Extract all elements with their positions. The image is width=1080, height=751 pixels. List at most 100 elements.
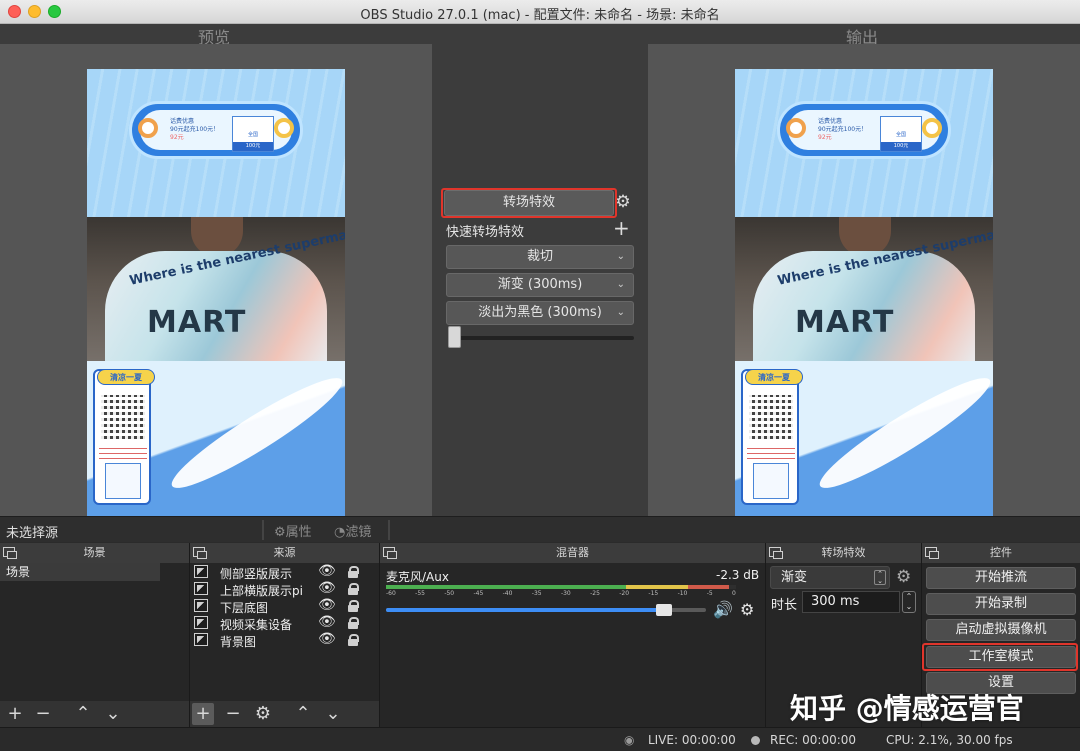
move-down-chevron-icon[interactable]: ⌄ [102, 703, 124, 725]
meter-tick-label: -55 [415, 590, 425, 597]
visibility-eye-icon[interactable]: 👁 [318, 597, 336, 613]
meter-tick-label: -60 [386, 590, 396, 597]
program-pane[interactable]: 话费优惠 90元起充100元！ 92元 全国 100元 Where is the… [648, 44, 1080, 529]
window-title: OBS Studio 27.0.1 (mac) - 配置文件: 未命名 - 场景… [360, 8, 720, 23]
add-source-plus-icon[interactable]: + [192, 703, 214, 725]
move-up-chevron-icon[interactable]: ⌃ [72, 703, 94, 725]
visibility-eye-icon[interactable]: 👁 [318, 563, 336, 579]
meter-tick-label: 0 [732, 590, 736, 597]
source-item[interactable]: 下层底图 👁 [192, 597, 378, 615]
move-up-chevron-icon[interactable]: ⌃ [292, 703, 314, 725]
image-source-icon [194, 582, 208, 595]
duration-stepper[interactable]: ⌃ ⌄ [902, 591, 916, 613]
remove-scene-minus-icon[interactable]: − [32, 703, 54, 725]
lock-icon[interactable] [348, 566, 359, 578]
promo-banner: 话费优惠 90元起充100元！ 92元 全国 100元 [777, 101, 951, 159]
qr-card: 清凉一夏 [741, 369, 803, 505]
gear-icon: ⚙ [274, 525, 286, 540]
transition-button[interactable]: 转场特效 [444, 190, 614, 216]
start-streaming-button[interactable]: 开始推流 [926, 567, 1076, 589]
undock-icon[interactable] [383, 547, 397, 559]
quick-transition-fade-to-black[interactable]: 淡出为黑色 (300ms) ⌄ [446, 301, 634, 325]
lock-icon[interactable] [348, 600, 359, 612]
undock-icon[interactable] [3, 547, 17, 559]
properties-button[interactable]: ⚙属性 [274, 521, 312, 540]
record-dot-icon [751, 736, 760, 745]
source-item[interactable]: 侧部竖版展示 👁 [192, 563, 378, 581]
studio-mode-button[interactable]: 工作室模式 [926, 646, 1076, 668]
add-quick-transition-plus-icon[interactable]: + [613, 218, 630, 238]
life-ring-icon [274, 118, 294, 138]
volume-slider-fill [386, 608, 664, 612]
life-ring-icon [138, 118, 158, 138]
source-item[interactable]: 上部横版展示pi 👁 [192, 580, 378, 598]
lock-icon[interactable] [348, 583, 359, 595]
meter-ticks: -60 -55 -50 -45 -40 -35 -30 -25 -20 -15 -10 -5 0 [386, 590, 736, 597]
speaker-mute-icon[interactable]: 🔊 [713, 600, 733, 619]
filter-icon: ◔ [334, 525, 346, 540]
scenes-dock: 场景 场景 + − ⌃ ⌄ [0, 543, 190, 727]
preview-canvas[interactable]: 话费优惠 90元起充100元！ 92元 全国 100元 Where is the… [87, 69, 345, 529]
quick-transition-cut[interactable]: 裁切 ⌄ [446, 245, 634, 269]
t-bar-track[interactable] [448, 336, 634, 340]
title-bar: OBS Studio 27.0.1 (mac) - 配置文件: 未命名 - 场景… [0, 0, 1080, 24]
lock-icon[interactable] [348, 634, 359, 646]
chevron-down-icon: ⌄ [616, 279, 625, 290]
undock-icon[interactable] [925, 547, 939, 559]
visibility-eye-icon[interactable]: 👁 [318, 631, 336, 647]
meter-tick-label: -45 [473, 590, 484, 597]
meter-tick-label: -25 [590, 590, 600, 597]
filters-button[interactable]: ◔滤镜 [334, 521, 371, 540]
meter-tick-label: -35 [531, 590, 542, 597]
live-broadcast-icon: ◉ [624, 733, 635, 747]
meter-tick-label: -50 [444, 590, 455, 597]
remove-source-minus-icon[interactable]: − [222, 703, 244, 725]
program-canvas: 话费优惠 90元起充100元！ 92元 全国 100元 Where is the… [735, 69, 993, 529]
rec-timer: REC: 00:00:00 [770, 733, 857, 747]
qr-code [101, 395, 145, 439]
obs-window: OBS Studio 27.0.1 (mac) - 配置文件: 未命名 - 场景… [0, 0, 1080, 751]
source-item[interactable]: 背景图 👁 [192, 631, 378, 649]
duration-input[interactable]: 300 ms [802, 591, 900, 613]
quick-transitions-label: 快速转场特效 [446, 225, 525, 240]
preview-pane[interactable]: 话费优惠 90元起充100元！ 92元 全国 100元 Where is the… [0, 44, 432, 529]
image-source-icon [194, 565, 208, 578]
cpu-fps: CPU: 2.1%, 30.00 fps [886, 733, 1013, 747]
transition-select[interactable]: 渐变 ⌃ ⌄ [770, 566, 890, 589]
undock-icon[interactable] [193, 547, 207, 559]
move-down-chevron-icon[interactable]: ⌄ [322, 703, 344, 725]
mixer-settings-gear-icon[interactable]: ⚙ [740, 600, 754, 619]
visibility-eye-icon[interactable]: 👁 [318, 580, 336, 596]
up-down-chevron-icon: ⌃ ⌄ [874, 570, 886, 585]
qr-card: 清凉一夏 [93, 369, 155, 505]
start-recording-button[interactable]: 开始录制 [926, 593, 1076, 615]
add-scene-plus-icon[interactable]: + [4, 703, 26, 725]
source-item[interactable]: 视频采集设备 👁 [192, 614, 378, 632]
mixer-db-value: -2.3 dB [716, 568, 760, 582]
transition-properties-gear-icon[interactable]: ⚙ [896, 567, 911, 587]
source-toolbar: 未选择源 ⚙属性 ◔滤镜 [0, 516, 1080, 542]
duration-label: 时长 [771, 598, 798, 613]
meter-tick-label: -5 [706, 590, 713, 597]
volume-meter [386, 585, 736, 589]
canvas-bottom-background: 清凉一夏 [87, 361, 345, 529]
scene-item[interactable]: 场景 [0, 563, 160, 581]
undock-icon[interactable] [769, 547, 783, 559]
life-ring-icon [922, 118, 942, 138]
volume-slider-handle[interactable] [656, 604, 672, 616]
promo-banner: 话费优惠 90元起充100元！ 92元 全国 100元 [129, 101, 303, 159]
source-properties-gear-icon[interactable]: ⚙ [252, 703, 274, 725]
life-ring-icon [786, 118, 806, 138]
studio-mode-area: 预览 输出 话费优惠 90元起充100元！ 92元 全国 100元 Where … [0, 24, 1080, 529]
t-bar-handle[interactable] [448, 326, 461, 348]
chevron-down-icon: ⌄ [616, 251, 625, 262]
mixer-channel-name: 麦克风/Aux [386, 570, 449, 584]
watermark: 知乎 @情感运营官 [790, 692, 1024, 725]
quick-transition-fade[interactable]: 渐变 (300ms) ⌄ [446, 273, 634, 297]
video-capture-layer: Where is the nearest supermarket? MART [87, 217, 345, 361]
visibility-eye-icon[interactable]: 👁 [318, 614, 336, 630]
qr-code [749, 395, 793, 439]
transition-settings-gear-icon[interactable]: ⚙ [614, 193, 632, 211]
start-virtual-camera-button[interactable]: 启动虚拟摄像机 [926, 619, 1076, 641]
lock-icon[interactable] [348, 617, 359, 629]
